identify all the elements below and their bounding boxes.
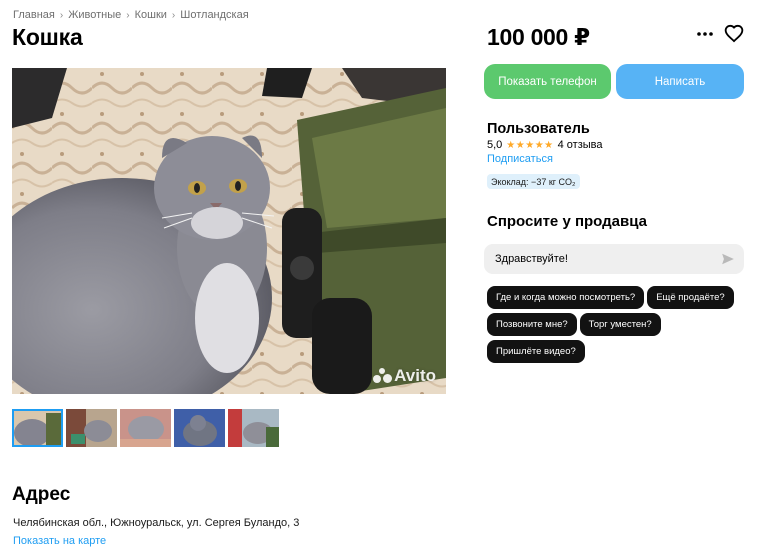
send-arrow-icon[interactable] <box>721 252 735 266</box>
rating-stars-icon: ★★★★★ <box>506 139 554 151</box>
thumbnail-5[interactable] <box>228 409 279 447</box>
chevron-right-icon: › <box>171 9 176 21</box>
message-input[interactable] <box>484 244 744 274</box>
watermark: Avito <box>373 366 436 386</box>
quick-question-chip[interactable]: Позвоните мне? <box>487 313 577 336</box>
show-on-map-link[interactable]: Показать на карте <box>13 535 106 547</box>
reviews-count[interactable]: 4 отзыва <box>558 139 603 151</box>
more-dots-icon <box>697 32 713 36</box>
more-options-button[interactable] <box>695 24 715 44</box>
main-photo[interactable]: Avito <box>12 68 446 394</box>
avito-logo-icon <box>373 368 393 384</box>
quick-question-chip[interactable]: Где и когда можно посмотреть? <box>487 286 645 309</box>
breadcrumb-item-animals[interactable]: Животные <box>68 9 121 21</box>
thumbnail-3[interactable] <box>120 409 171 447</box>
show-phone-button[interactable]: Показать телефон <box>484 64 611 99</box>
quick-question-chip[interactable]: Пришлёте видео? <box>487 340 585 363</box>
address-text: Челябинская обл., Южноуральск, ул. Серге… <box>13 517 300 529</box>
thumbnail-1[interactable] <box>12 409 63 447</box>
breadcrumb-item-home[interactable]: Главная <box>13 9 55 21</box>
breadcrumb-item-cats[interactable]: Кошки <box>135 9 167 21</box>
quick-question-chip[interactable]: Ещё продаёте? <box>647 286 734 309</box>
breadcrumb-item-scottish[interactable]: Шотландская <box>180 9 248 21</box>
thumbnail-2[interactable] <box>66 409 117 447</box>
page-title: Кошка <box>12 24 83 50</box>
write-message-button[interactable]: Написать <box>616 64 744 99</box>
seller-rating: 5,0 ★★★★★ 4 отзыва <box>487 139 603 151</box>
eco-badge: Экоклад: −37 кг CO₂ <box>487 174 580 189</box>
heart-outline-icon <box>724 24 744 43</box>
chevron-right-icon: › <box>126 9 130 21</box>
chevron-right-icon: › <box>59 9 64 21</box>
ask-seller-title: Спросите у продавца <box>487 213 647 230</box>
watermark-text: Avito <box>394 366 436 385</box>
subscribe-link[interactable]: Подписаться <box>487 153 553 165</box>
quick-questions: Где и когда можно посмотреть? Ещё продаё… <box>487 286 745 365</box>
breadcrumb: Главная › Животные › Кошки › Шотландская <box>13 9 249 21</box>
favorite-button[interactable] <box>724 24 744 44</box>
quick-question-chip[interactable]: Торг уместен? <box>579 313 661 336</box>
seller-name[interactable]: Пользователь <box>487 121 590 137</box>
rating-value: 5,0 <box>487 139 503 151</box>
thumbnail-strip <box>12 409 279 447</box>
price: 100 000 ₽ <box>487 24 590 50</box>
address-title: Адрес <box>12 484 71 505</box>
thumbnail-4[interactable] <box>174 409 225 447</box>
